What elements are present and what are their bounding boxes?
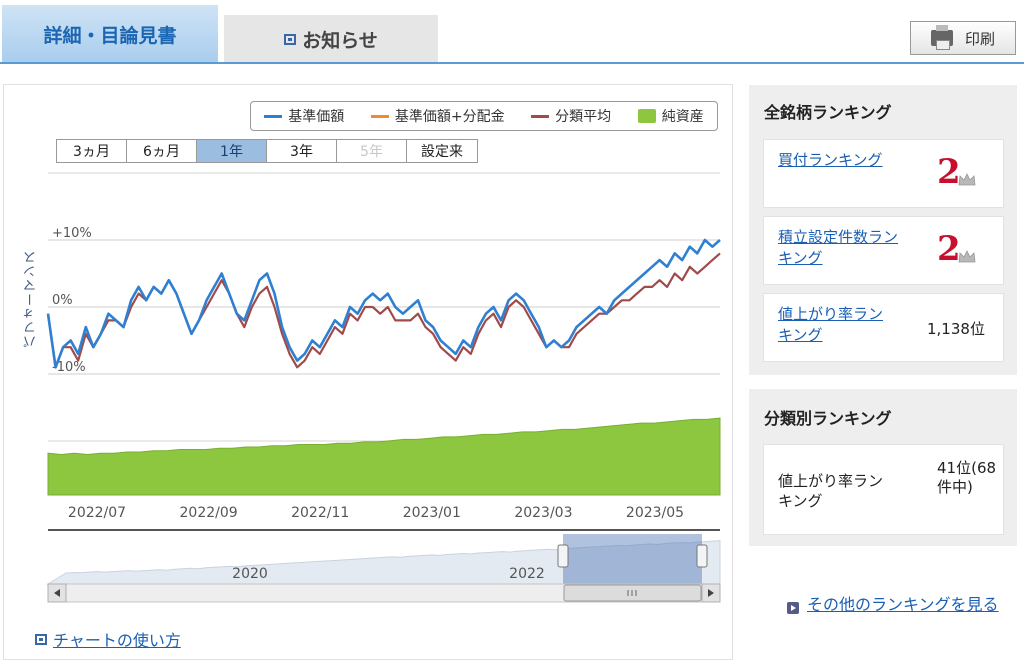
- range-handle: [696, 544, 708, 568]
- x-tick-label: 2022/11: [291, 505, 349, 521]
- chart-howto-link[interactable]: チャートの使い方: [35, 627, 181, 651]
- ranking-link-accumulation[interactable]: 積立設定件数ランキング: [778, 227, 898, 269]
- navigator-year-label: 2020: [232, 566, 268, 582]
- category-ranking-value: 41位(68件中): [937, 459, 997, 496]
- category-average-line: [46, 252, 721, 369]
- rank-value: 1,138位: [927, 320, 985, 338]
- x-tick-label: 2023/05: [626, 505, 684, 521]
- series-lines: [46, 238, 721, 369]
- x-tick-label: 2022/09: [180, 505, 238, 521]
- ranking-link-purchase[interactable]: 買付ランキング: [778, 150, 898, 171]
- ranking-card-price-rise: 値上がり率ランキング 1,138位: [763, 293, 1004, 362]
- y-tick-labels: +10%0%-10%: [52, 226, 92, 375]
- navigator-year-label: 2022: [509, 566, 545, 582]
- x-tick-label: 2023/03: [514, 505, 572, 521]
- y-tick-label: +10%: [52, 226, 92, 241]
- net-assets-fill: [47, 417, 721, 496]
- category-ranking-label: 値上がり率ランキング: [778, 472, 884, 510]
- window-icon: [35, 633, 47, 645]
- x-tick-label: 2023/01: [403, 505, 461, 521]
- ranking-title: 全銘柄ランキング: [764, 103, 892, 122]
- chart-grid: [48, 172, 720, 442]
- ranking-link-price-rise[interactable]: 値上がり率ランキング: [778, 304, 898, 346]
- category-ranking-title: 分類別ランキング: [764, 409, 892, 428]
- crown-icon: [958, 250, 976, 263]
- ranking-card-accumulation: 積立設定件数ランキング 2: [763, 216, 1004, 285]
- arrow-right-icon: [787, 602, 799, 614]
- x-tick-label: 2022/07: [68, 505, 126, 521]
- more-rankings-label: その他のランキングを見る: [807, 595, 999, 614]
- chart-howto-label: チャートの使い方: [53, 631, 181, 650]
- range-handle: [557, 544, 569, 568]
- ranking-card-purchase: 買付ランキング 2: [763, 139, 1004, 208]
- category-ranking-card: 値上がり率ランキング 41位(68件中): [763, 444, 1004, 535]
- range-navigator: 2020 2022: [46, 529, 721, 603]
- x-tick-labels: 2022/07 2022/09 2022/11 2023/01 2023/03 2023/…: [68, 505, 684, 521]
- crown-icon: [958, 173, 976, 186]
- more-rankings-link[interactable]: その他のランキングを見る: [787, 593, 1012, 617]
- y-tick-label: 0%: [52, 293, 73, 308]
- navigator-selected-range: [563, 534, 702, 584]
- net-assets-area: [47, 417, 721, 496]
